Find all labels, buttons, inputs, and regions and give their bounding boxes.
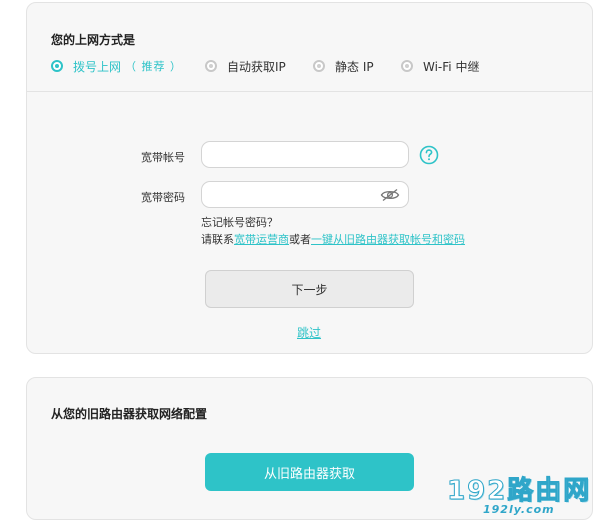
contact-middle: 或者 — [289, 233, 311, 246]
account-label: 宽带帐号 — [141, 151, 185, 164]
radio-option-dhcp[interactable]: 自动获取IP — [205, 58, 286, 74]
connection-settings-card: 您的上网方式是 拨号上网 （ 推荐 ） 自动获取IP 静态 IP Wi-Fi 中… — [26, 2, 593, 354]
contact-hint: 请联系宽带运营商或者一键从旧路由器获取帐号和密码 — [201, 231, 465, 247]
radio-unselected-icon[interactable] — [205, 60, 217, 72]
watermark-logo: 192路由网 192ly.com — [446, 470, 597, 522]
fetch-from-old-router-link[interactable]: 一键从旧路由器获取帐号和密码 — [311, 233, 465, 246]
forgot-credentials-text: 忘记帐号密码？ — [201, 216, 278, 229]
old-router-title: 从您的旧路由器获取网络配置 — [51, 407, 208, 421]
radio-option-pppoe[interactable]: 拨号上网 （ 推荐 ） — [51, 58, 182, 74]
radio-label-wifi-repeater[interactable]: Wi-Fi 中继 — [423, 58, 479, 75]
radio-option-wifi-repeater[interactable]: Wi-Fi 中继 — [401, 58, 479, 74]
radio-option-static-ip[interactable]: 静态 IP — [313, 58, 374, 74]
account-input[interactable] — [201, 141, 409, 168]
connection-mode-title: 您的上网方式是 — [51, 33, 136, 47]
contact-prefix: 请联系 — [201, 233, 234, 246]
radio-selected-icon[interactable] — [51, 60, 63, 72]
question-circle-icon[interactable] — [419, 145, 439, 165]
watermark-logo-text: 192路由网 — [446, 476, 592, 507]
skip-link[interactable]: 跳过 — [297, 324, 321, 341]
radio-label-dhcp[interactable]: 自动获取IP — [227, 58, 286, 75]
radio-unselected-icon[interactable] — [313, 60, 325, 72]
password-label: 宽带密码 — [141, 191, 185, 204]
section-divider — [27, 91, 592, 92]
watermark-url: 192ly.com — [483, 503, 555, 516]
connection-mode-radio-group: 拨号上网 （ 推荐 ） 自动获取IP 静态 IP Wi-Fi 中继 — [51, 58, 571, 74]
isp-link[interactable]: 宽带运营商 — [234, 233, 289, 246]
radio-label-static-ip[interactable]: 静态 IP — [335, 58, 374, 75]
eye-icon[interactable] — [380, 188, 400, 202]
fetch-from-old-router-button[interactable]: 从旧路由器获取 — [205, 453, 414, 491]
password-input[interactable] — [201, 181, 409, 208]
recommended-hint: （ 推荐 ） — [125, 60, 183, 73]
next-step-button[interactable]: 下一步 — [205, 270, 414, 308]
radio-label-pppoe[interactable]: 拨号上网 — [73, 58, 121, 75]
radio-unselected-icon[interactable] — [401, 60, 413, 72]
